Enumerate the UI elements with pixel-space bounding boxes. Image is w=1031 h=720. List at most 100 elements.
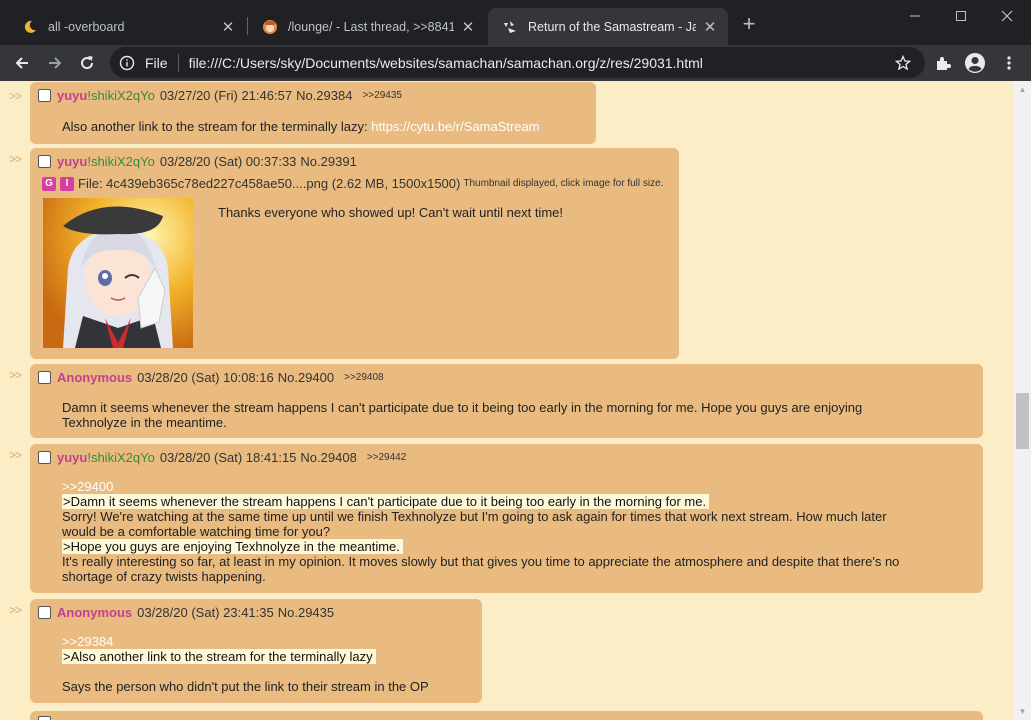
quote-link[interactable]: >>29384 bbox=[62, 634, 429, 649]
poster-name: Anonymous bbox=[57, 605, 133, 620]
post-header: Anonymous 03/28/20 (Sat) 10:08:16 No.294… bbox=[38, 370, 384, 385]
post-date: 03/28/20 (Sat) 23:41:35 bbox=[137, 605, 274, 620]
post-checkbox[interactable] bbox=[38, 716, 51, 720]
anime-icon bbox=[262, 19, 278, 35]
poster-name: yuyu bbox=[57, 154, 88, 169]
post-line: shortage of crazy twists happening. bbox=[62, 569, 266, 584]
post-number[interactable]: No.29408 bbox=[300, 450, 356, 465]
post-date: 03/28/20 (Sat) 18:41:15 bbox=[159, 450, 297, 465]
page-content: >> yuyu !shikiX2qYo 03/27/20 (Fri) 21:46… bbox=[0, 81, 1014, 720]
stream-link[interactable]: https://cytu.be/r/SamaStream bbox=[371, 119, 539, 134]
post-number[interactable]: No.29384 bbox=[296, 88, 352, 103]
post-line: It's really interesting so far, at least… bbox=[62, 554, 900, 569]
tab-title: /lounge/ - Last thread, >>8841, t bbox=[288, 19, 454, 34]
post-checkbox[interactable] bbox=[38, 371, 51, 384]
quote-link[interactable]: >>29400 bbox=[62, 479, 899, 494]
post-body: Also another link to the stream for the … bbox=[62, 119, 540, 134]
post-thumbnail[interactable] bbox=[43, 198, 193, 348]
bookmark-star-icon[interactable] bbox=[893, 53, 913, 73]
back-button[interactable] bbox=[8, 49, 36, 77]
greentext: >Damn it seems whenever the stream happe… bbox=[62, 494, 710, 509]
file-info: G I File: 4c439eb365c78ed227c458ae50....… bbox=[42, 176, 663, 191]
post-checkbox[interactable] bbox=[38, 606, 51, 619]
close-icon[interactable]: ✕ bbox=[460, 19, 476, 36]
post-29391: yuyu !shikiX2qYo 03/28/20 (Sat) 00:37:33… bbox=[30, 148, 679, 359]
poster-name: yuyu bbox=[57, 88, 88, 103]
tab-strip: all -overboard ✕ /lounge/ - Last thread,… bbox=[0, 0, 1031, 45]
tab-lounge[interactable]: /lounge/ - Last thread, >>8841, t ✕ bbox=[248, 8, 486, 45]
scrollbar-thumb[interactable] bbox=[1016, 393, 1029, 449]
scroll-up-icon[interactable]: ▲ bbox=[1014, 81, 1031, 98]
post-arrows: >> bbox=[9, 368, 22, 382]
tab-samastream[interactable]: Return of the Samastream - Japa ✕ bbox=[488, 8, 728, 45]
url-scheme-label: File bbox=[145, 54, 168, 71]
maximize-icon[interactable] bbox=[938, 4, 984, 28]
backlink[interactable]: >>29408 bbox=[344, 372, 384, 383]
post-date: 03/28/20 (Sat) 10:08:16 bbox=[137, 370, 274, 385]
post-text: Also another link to the stream for the … bbox=[62, 119, 372, 134]
forward-button[interactable] bbox=[41, 49, 69, 77]
post-number[interactable]: No.29435 bbox=[278, 605, 334, 620]
poster-name: yuyu bbox=[57, 450, 88, 465]
greentext: >Also another link to the stream for the… bbox=[62, 649, 376, 664]
extensions-icon[interactable] bbox=[929, 49, 957, 77]
minimize-icon[interactable] bbox=[892, 4, 938, 28]
greentext: >Hope you guys are enjoying Texhnolyze i… bbox=[62, 539, 403, 554]
post-header: yuyu !shikiX2qYo 03/28/20 (Sat) 18:41:15… bbox=[38, 450, 406, 465]
tab-title: all -overboard bbox=[48, 19, 125, 34]
post-29408: yuyu !shikiX2qYo 03/28/20 (Sat) 18:41:15… bbox=[30, 444, 983, 593]
post-line: Damn it seems whenever the stream happen… bbox=[62, 400, 863, 415]
file-details[interactable]: File: 4c439eb365c78ed227c458ae50....png … bbox=[78, 176, 460, 191]
post-body: Thanks everyone who showed up! Can't wai… bbox=[218, 205, 563, 220]
post-line: Sorry! We're watching at the same time u… bbox=[62, 509, 887, 524]
omnibox-separator bbox=[177, 53, 179, 72]
info-icon[interactable] bbox=[119, 55, 135, 71]
reload-button[interactable] bbox=[73, 49, 101, 77]
post-29384: yuyu !shikiX2qYo 03/27/20 (Fri) 21:46:57… bbox=[30, 82, 596, 144]
page-scrollbar[interactable]: ▲ ▼ bbox=[1014, 81, 1031, 720]
tab-title: Return of the Samastream - Japa bbox=[528, 19, 696, 34]
iqdb-search-badge[interactable]: I bbox=[60, 176, 74, 191]
post-date: 03/28/20 (Sat) 00:37:33 bbox=[159, 154, 297, 169]
window-close-icon[interactable] bbox=[984, 4, 1030, 28]
post-checkbox[interactable] bbox=[38, 89, 51, 102]
new-tab-button[interactable]: + bbox=[738, 13, 760, 36]
menu-kebab-icon[interactable] bbox=[995, 49, 1023, 77]
moon-icon bbox=[22, 19, 38, 35]
post-header: yuyu !shikiX2qYo 03/27/20 (Fri) 21:46:57… bbox=[38, 88, 402, 103]
post-29435: Anonymous 03/28/20 (Sat) 23:41:35 No.294… bbox=[30, 599, 482, 703]
post-header bbox=[38, 716, 57, 720]
post-body: >>29400 >Damn it seems whenever the stre… bbox=[62, 479, 899, 584]
profile-avatar-icon[interactable] bbox=[961, 49, 989, 77]
post-arrows: >> bbox=[9, 89, 22, 103]
backlink[interactable]: >>29435 bbox=[362, 90, 402, 101]
backlink[interactable]: >>29442 bbox=[367, 452, 407, 463]
post-line: Texhnolyze in the meantime. bbox=[62, 415, 227, 430]
address-bar[interactable]: File file:///C:/Users/sky/Documents/webs… bbox=[110, 47, 925, 78]
post-29400: Anonymous 03/28/20 (Sat) 10:08:16 No.294… bbox=[30, 364, 983, 438]
tripcode: !shikiX2qYo bbox=[87, 154, 155, 169]
tripcode: !shikiX2qYo bbox=[87, 450, 155, 465]
post-header: yuyu !shikiX2qYo 03/28/20 (Sat) 00:37:33… bbox=[38, 154, 357, 169]
post-header: Anonymous 03/28/20 (Sat) 23:41:35 No.294… bbox=[38, 605, 334, 620]
scroll-down-icon[interactable]: ▼ bbox=[1014, 703, 1031, 720]
tripcode: !shikiX2qYo bbox=[87, 88, 155, 103]
post-number[interactable]: No.29391 bbox=[300, 154, 356, 169]
sama-icon bbox=[502, 19, 518, 35]
google-search-badge[interactable]: G bbox=[42, 176, 56, 191]
poster-name: Anonymous bbox=[57, 370, 133, 385]
close-icon[interactable]: ✕ bbox=[220, 19, 236, 36]
post-body: Damn it seems whenever the stream happen… bbox=[62, 400, 862, 430]
close-icon[interactable]: ✕ bbox=[702, 19, 718, 36]
post-date: 03/27/20 (Fri) 21:46:57 bbox=[159, 88, 293, 103]
post-number[interactable]: No.29400 bbox=[278, 370, 334, 385]
post-line: would be a comfortable watching time for… bbox=[62, 524, 331, 539]
tab-overboard[interactable]: all -overboard ✕ bbox=[8, 8, 246, 45]
post-checkbox[interactable] bbox=[38, 155, 51, 168]
post-checkbox[interactable] bbox=[38, 451, 51, 464]
file-note: Thumbnail displayed, click image for ful… bbox=[463, 178, 664, 189]
post-body: >>29384 >Also another link to the stream… bbox=[62, 634, 429, 694]
post-next bbox=[30, 711, 983, 720]
url-text[interactable]: file:///C:/Users/sky/Documents/websites/… bbox=[189, 55, 893, 71]
